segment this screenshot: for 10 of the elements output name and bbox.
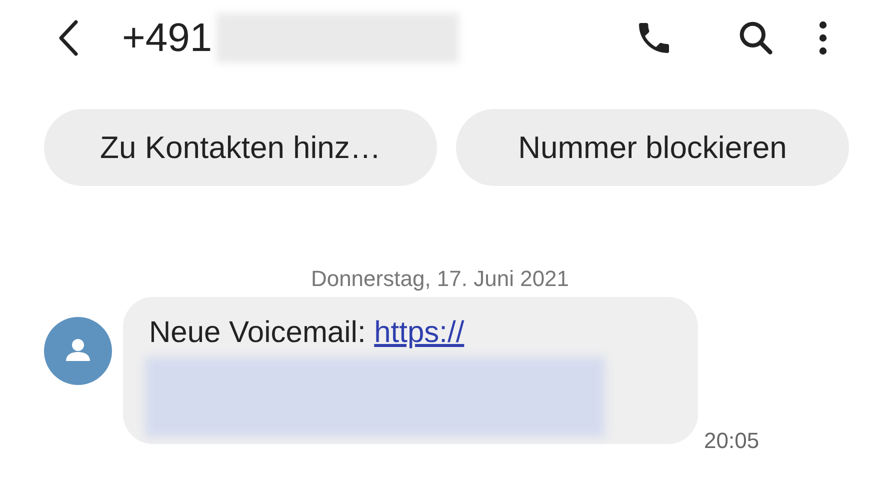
phone-number: +491: [122, 15, 212, 62]
link[interactable]: https://: [374, 316, 464, 349]
message-text: Neue Voicemail: https://: [149, 315, 466, 351]
action-button[interactable]: Nummer blockieren: [456, 109, 849, 186]
avatar-icon: [44, 317, 112, 385]
menu-icon[interactable]: [818, 20, 828, 56]
back-icon[interactable]: [56, 18, 80, 58]
date-label: Donnerstag, 17. Juni 2021: [310, 266, 570, 291]
action-button[interactable]: Zu Kontakten hinz…: [44, 109, 437, 186]
message-time: 20:05: [704, 428, 760, 454]
